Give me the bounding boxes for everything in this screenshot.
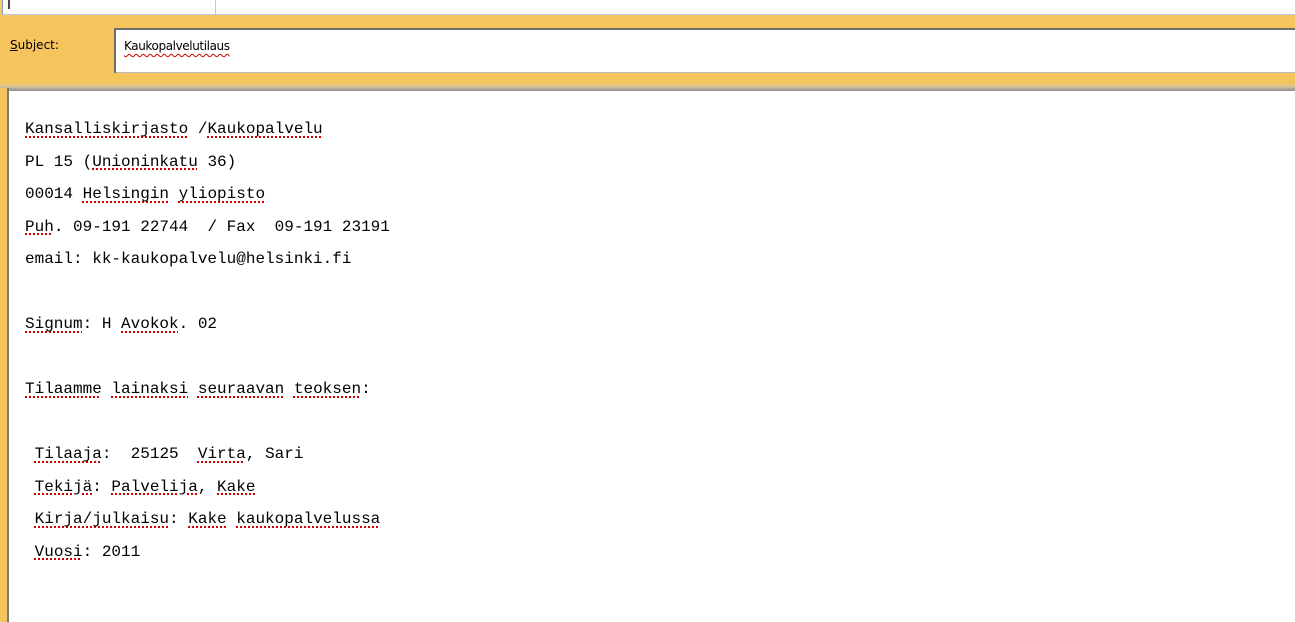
misspelled-word: Kirja/julkaisu (34, 510, 170, 528)
body-line (25, 341, 390, 374)
previous-field-strip (0, 0, 1295, 22)
subject-field-bottom-edge (116, 72, 1295, 73)
body-line: Vuosi: 2011 (25, 536, 390, 569)
body-text-segment (284, 380, 294, 398)
body-line: Puh. 09-191 22744 / Fax 09-191 23191 (25, 211, 390, 244)
body-line: Kirja/julkaisu: Kake kaukopalvelussa (25, 503, 390, 536)
body-text-segment: / (188, 120, 208, 138)
body-line (25, 406, 390, 439)
body-line: Tekijä: Palvelija, Kake (25, 471, 390, 504)
misspelled-word: Tekijä (34, 477, 93, 496)
body-text-segment: . 09-191 22744 / Fax 09-191 23191 (53, 217, 390, 236)
body-text-segment: email: kk-kaukopalvelu@helsinki.fi (25, 250, 352, 268)
field-divider (215, 0, 216, 14)
body-text-segment: , (197, 477, 218, 496)
subject-label: Subject: (10, 38, 59, 52)
misspelled-word: Tilaamme (25, 380, 102, 398)
body-text-segment: : (361, 380, 371, 398)
misspelled-word: yliopisto (178, 185, 266, 203)
misspelled-word: Palvelija (111, 477, 198, 496)
misspelled-word: Kake (188, 510, 227, 528)
body-text-segment: : 25125 (101, 445, 198, 463)
misspelled-word: Helsingin (82, 185, 170, 203)
body-line: Tilaamme lainaksi seuraavan teoksen: (25, 373, 390, 406)
misspelled-word: Puh (25, 217, 54, 236)
misspelled-word: teoksen (293, 380, 362, 398)
misspelled-word: lainaksi (111, 380, 189, 398)
body-line (25, 276, 390, 309)
misspelled-word: Vuosi (34, 542, 83, 561)
previous-header-field[interactable] (2, 0, 1295, 15)
message-body[interactable]: Kansalliskirjasto /Kaukopalvelu PL 15 (Un… (9, 91, 1295, 622)
message-body-text: Kansalliskirjasto /Kaukopalvelu PL 15 (Un… (25, 113, 390, 568)
body-line: Tilaaja: 25125 Virta, Sari (25, 438, 390, 471)
misspelled-word: Tilaaja (34, 445, 102, 463)
misspelled-word: Kake (217, 477, 256, 496)
misspelled-word: Unioninkatu (92, 152, 198, 171)
body-text-segment (25, 543, 35, 561)
body-line: Signum: H Avokok. 02 (25, 308, 390, 341)
body-text-segment (227, 510, 237, 528)
subject-label-accelerator: S (10, 38, 18, 52)
subject-label-rest: ubject: (17, 38, 59, 52)
body-text-segment: : H (82, 315, 122, 333)
body-text-segment: , Sari (245, 445, 304, 463)
body-line: 00014 Helsingin yliopisto (25, 178, 390, 211)
body-text-segment: . 02 (178, 315, 218, 333)
body-text-segment: : (92, 477, 112, 496)
body-text-segment (169, 185, 179, 203)
body-line: PL 15 (Unioninkatu 36) (25, 146, 390, 179)
body-text-segment (25, 510, 35, 528)
body-text-segment (25, 478, 35, 496)
field-left-edge (8, 0, 10, 9)
misspelled-word: Kaukopalvelu (207, 120, 323, 138)
subject-value: Kaukopalvelutilaus (124, 39, 230, 53)
body-text-segment (102, 380, 112, 398)
misspelled-word: Kansalliskirjasto (25, 120, 189, 138)
body-text-segment: PL 15 ( (25, 152, 93, 171)
body-top-border (0, 83, 1295, 91)
body-text-segment: 00014 (25, 185, 83, 203)
body-text-segment: : 2011 (82, 542, 141, 561)
body-text-segment: : (169, 510, 189, 528)
body-text-segment: 36) (197, 152, 237, 171)
body-text-segment (188, 380, 198, 398)
misspelled-word: Virta (197, 445, 246, 463)
misspelled-word: Avokok (121, 315, 179, 333)
body-line: email: kk-kaukopalvelu@helsinki.fi (25, 243, 390, 276)
misspelled-word: seuraavan (197, 380, 285, 398)
body-text-segment (25, 445, 35, 463)
body-line: Kansalliskirjasto /Kaukopalvelu (25, 113, 390, 146)
misspelled-word: Signum (25, 315, 83, 333)
subject-field[interactable]: Kaukopalvelutilaus (114, 28, 1295, 73)
misspelled-word: kaukopalvelussa (236, 510, 381, 528)
